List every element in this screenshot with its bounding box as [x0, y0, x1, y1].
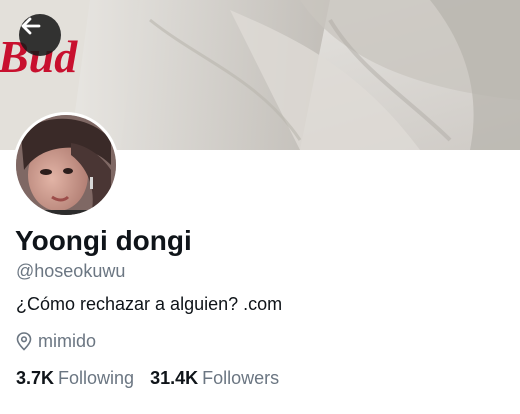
- followers-count: 31.4K: [150, 368, 199, 388]
- location-text: mimido: [38, 331, 97, 351]
- follow-stats: 3.7K Following 31.4K Followers: [16, 368, 279, 389]
- following-link[interactable]: 3.7K Following: [16, 368, 134, 389]
- following-label: Following: [58, 368, 135, 388]
- followers-label: Followers: [202, 368, 280, 388]
- display-name: Yoongi dongi: [15, 225, 192, 256]
- followers-link[interactable]: 31.4K Followers: [150, 368, 279, 389]
- following-count: 3.7K: [16, 368, 55, 388]
- back-button[interactable]: [19, 14, 61, 56]
- arrow-left-icon: [21, 17, 41, 35]
- avatar[interactable]: [13, 112, 119, 218]
- location-row: mimido: [16, 331, 96, 352]
- user-handle: @hoseokuwu: [16, 261, 126, 281]
- profile-bio: ¿Cómo rechazar a alguien? .com: [16, 294, 283, 314]
- location-pin-icon: [16, 332, 32, 351]
- avatar-photo: [16, 115, 116, 215]
